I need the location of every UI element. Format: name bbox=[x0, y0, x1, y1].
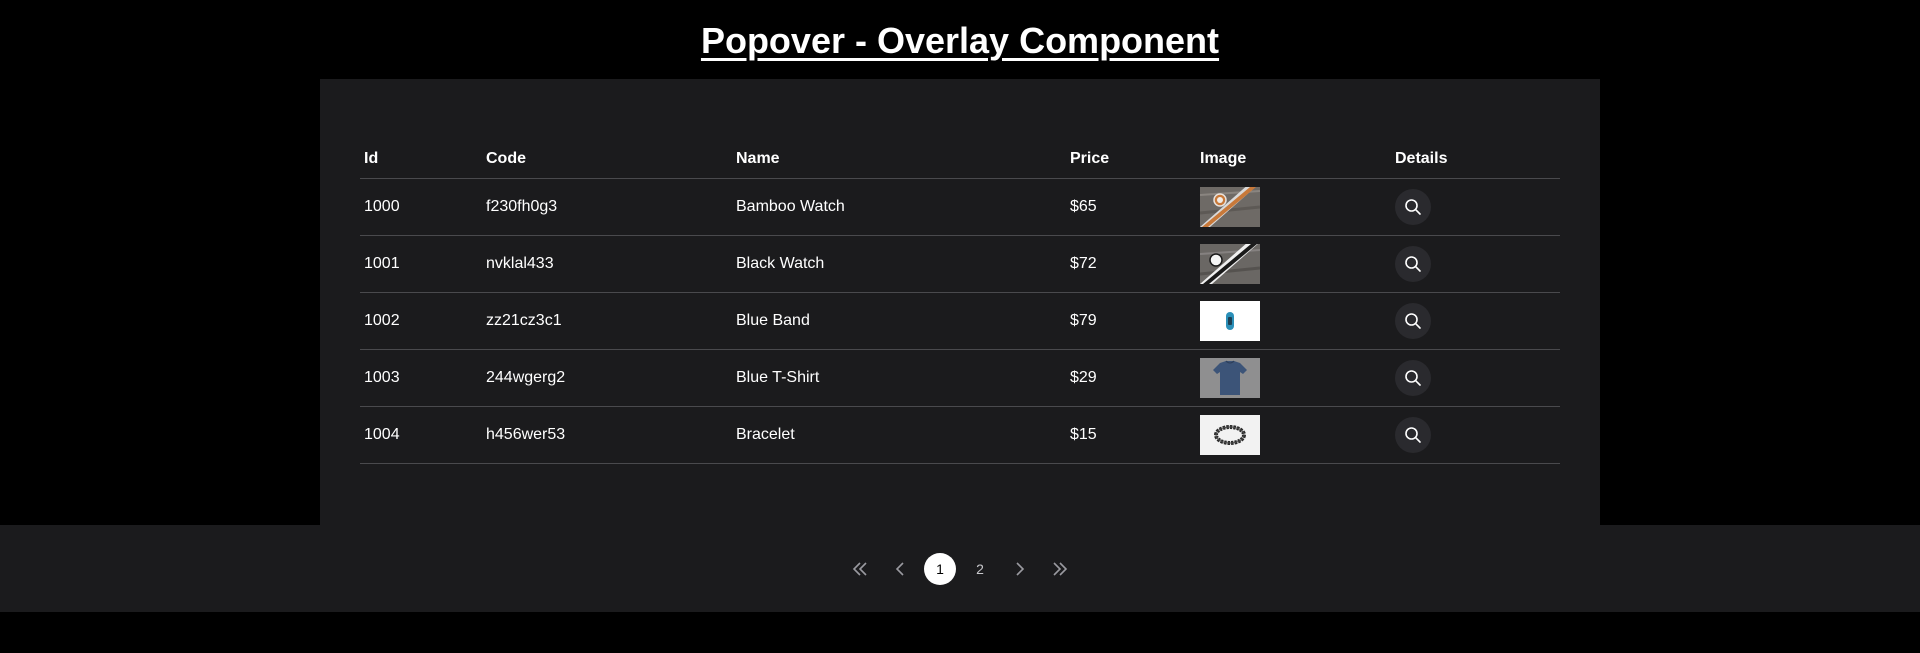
column-header-code: Code bbox=[482, 140, 732, 179]
table-header-row: Id Code Name Price Image Details bbox=[360, 140, 1560, 179]
chevron-left-icon bbox=[895, 561, 904, 576]
details-button[interactable] bbox=[1395, 360, 1431, 396]
cell-name: Bracelet bbox=[732, 406, 1066, 464]
previous-page-button[interactable] bbox=[884, 553, 916, 585]
details-button[interactable] bbox=[1395, 246, 1431, 282]
cell-id: 1001 bbox=[360, 235, 482, 293]
search-icon bbox=[1405, 256, 1421, 272]
black-watch-thumbnail bbox=[1200, 244, 1260, 284]
cell-code: f230fh0g3 bbox=[482, 178, 732, 236]
page-title: Popover - Overlay Component bbox=[700, 20, 1220, 61]
cell-price: $65 bbox=[1066, 178, 1196, 236]
table-row: 1004 h456wer53 Bracelet $15 bbox=[360, 406, 1560, 464]
cell-code: 244wgerg2 bbox=[482, 349, 732, 407]
table-row: 1001 nvklal433 Black Watch $72 bbox=[360, 235, 1560, 293]
cell-id: 1003 bbox=[360, 349, 482, 407]
bracelet-thumbnail bbox=[1200, 415, 1260, 455]
cell-image bbox=[1196, 406, 1391, 464]
first-page-button[interactable] bbox=[844, 553, 876, 585]
cell-image bbox=[1196, 349, 1391, 407]
cell-name: Blue Band bbox=[732, 292, 1066, 350]
cell-id: 1000 bbox=[360, 178, 482, 236]
blue-band-thumbnail bbox=[1200, 301, 1260, 341]
cell-name: Blue T-Shirt bbox=[732, 349, 1066, 407]
search-icon bbox=[1405, 370, 1421, 386]
cell-details bbox=[1391, 349, 1560, 407]
paginator-bar: 1 2 bbox=[0, 525, 1920, 612]
column-header-name: Name bbox=[732, 140, 1066, 179]
double-chevron-right-icon bbox=[1053, 561, 1068, 576]
bamboo-watch-thumbnail bbox=[1200, 187, 1260, 227]
paginator: 1 2 bbox=[0, 525, 1920, 612]
cell-code: nvklal433 bbox=[482, 235, 732, 293]
cell-code: zz21cz3c1 bbox=[482, 292, 732, 350]
cell-id: 1002 bbox=[360, 292, 482, 350]
cell-price: $79 bbox=[1066, 292, 1196, 350]
cell-price: $72 bbox=[1066, 235, 1196, 293]
cell-image bbox=[1196, 235, 1391, 293]
details-button[interactable] bbox=[1395, 303, 1431, 339]
details-button[interactable] bbox=[1395, 189, 1431, 225]
table-row: 1003 244wgerg2 Blue T-Shirt $29 bbox=[360, 349, 1560, 407]
details-button[interactable] bbox=[1395, 417, 1431, 453]
search-icon bbox=[1405, 313, 1421, 329]
search-icon bbox=[1405, 199, 1421, 215]
search-icon bbox=[1405, 427, 1421, 443]
cell-details bbox=[1391, 406, 1560, 464]
table-row: 1002 zz21cz3c1 Blue Band $79 bbox=[360, 292, 1560, 350]
last-page-button[interactable] bbox=[1044, 553, 1076, 585]
column-header-image: Image bbox=[1196, 140, 1391, 179]
cell-price: $29 bbox=[1066, 349, 1196, 407]
table-row: 1000 f230fh0g3 Bamboo Watch $65 bbox=[360, 178, 1560, 236]
chevron-right-icon bbox=[1016, 561, 1025, 576]
page-2-button[interactable]: 2 bbox=[964, 553, 996, 585]
table-card: Id Code Name Price Image Details 1000 f2… bbox=[320, 79, 1600, 525]
cell-price: $15 bbox=[1066, 406, 1196, 464]
column-header-details: Details bbox=[1391, 140, 1560, 179]
cell-details bbox=[1391, 178, 1560, 236]
cell-image bbox=[1196, 292, 1391, 350]
cell-details bbox=[1391, 292, 1560, 350]
cell-code: h456wer53 bbox=[482, 406, 732, 464]
cell-name: Bamboo Watch bbox=[732, 178, 1066, 236]
blue-t-shirt-thumbnail bbox=[1200, 358, 1260, 398]
column-header-price: Price bbox=[1066, 140, 1196, 179]
cell-id: 1004 bbox=[360, 406, 482, 464]
cell-name: Black Watch bbox=[732, 235, 1066, 293]
page-1-button[interactable]: 1 bbox=[924, 552, 956, 585]
cell-details bbox=[1391, 235, 1560, 293]
product-table: Id Code Name Price Image Details 1000 f2… bbox=[360, 140, 1560, 464]
double-chevron-left-icon bbox=[852, 561, 867, 576]
cell-image bbox=[1196, 178, 1391, 236]
next-page-button[interactable] bbox=[1004, 553, 1036, 585]
column-header-id: Id bbox=[360, 140, 482, 179]
